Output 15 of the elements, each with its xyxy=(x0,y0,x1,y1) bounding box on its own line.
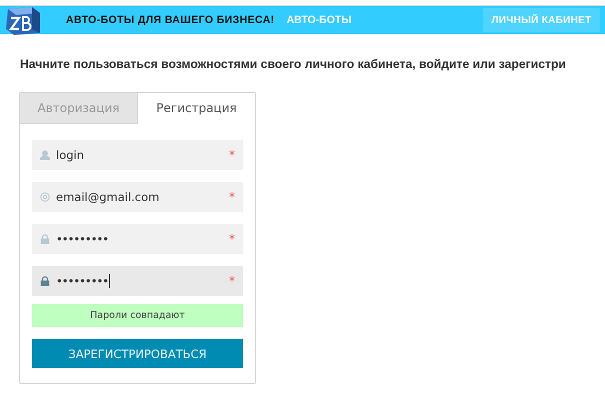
success-message: Пароли совпадают xyxy=(32,304,243,327)
required-mark: * xyxy=(229,148,235,162)
required-mark: * xyxy=(229,232,235,246)
input-field[interactable]: login * xyxy=(32,140,243,170)
required-mark: * xyxy=(229,190,235,204)
intro-text: Начните пользоваться возможностями своего личного кабинета, войдите или зарегистри xyxy=(20,57,567,71)
lock-icon xyxy=(40,276,50,286)
register-button[interactable]: ЗАРЕГИСТРИРОВАТЬСЯ xyxy=(32,339,243,368)
input-field[interactable]: email@gmail.com * xyxy=(32,182,243,212)
site-tagline: АВТО-БОТЫ ДЛЯ ВАШЕГО БИЗНЕСА! xyxy=(66,14,275,26)
input-field[interactable]: ••••••••• * xyxy=(32,266,243,296)
input-field[interactable]: ••••••••• * xyxy=(32,224,243,254)
required-mark: * xyxy=(229,274,235,288)
lock-icon xyxy=(40,234,50,244)
user-icon xyxy=(40,150,50,160)
